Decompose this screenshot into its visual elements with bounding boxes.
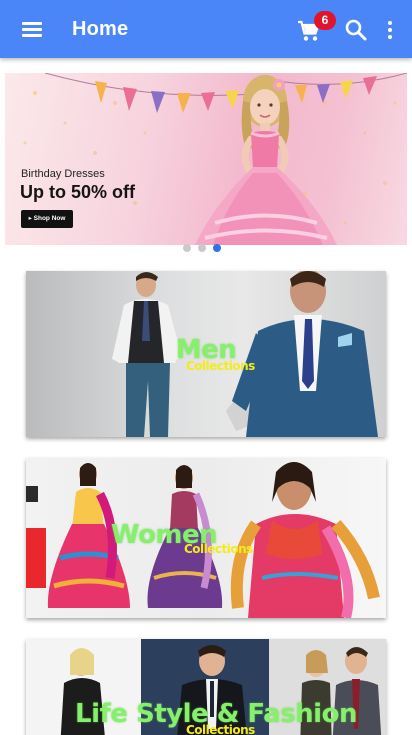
banner-subtitle: Birthday Dresses <box>21 168 105 180</box>
shop-now-label: Shop Now <box>33 215 66 222</box>
category-card-women[interactable]: Women Collections <box>26 458 386 618</box>
category-card-men[interactable]: Men Collections <box>26 271 386 437</box>
banner-headline: Up to 50% off <box>20 182 135 202</box>
slide-indicator-3[interactable] <box>213 244 221 252</box>
banner-slide[interactable]: Birthday Dresses Up to 50% off ▸ Shop No… <box>5 73 407 245</box>
cart-button[interactable]: 6 <box>293 11 336 46</box>
slide-indicator-2[interactable] <box>198 244 206 252</box>
slide-indicator-1[interactable] <box>183 244 191 252</box>
search-button[interactable] <box>343 17 369 43</box>
app-bar: Home 6 <box>0 0 412 58</box>
cart-count-badge: 6 <box>314 11 336 30</box>
slider-indicators <box>183 239 228 252</box>
chevron-right-icon: ▸ <box>28 215 32 222</box>
category-subtitle-men: Collections <box>186 359 255 373</box>
category-card-lifestyle[interactable]: Life Style & Fashion Collections <box>26 639 386 735</box>
girl-in-dress-image <box>195 75 337 245</box>
category-subtitle-women: Collections <box>184 542 253 556</box>
menu-icon[interactable] <box>14 17 50 43</box>
more-vert-icon[interactable] <box>380 17 400 43</box>
shop-now-button[interactable]: ▸ Shop Now <box>21 210 73 228</box>
search-icon <box>345 19 367 41</box>
category-subtitle-lifestyle: Collections <box>186 723 255 735</box>
page-title: Home <box>72 18 129 40</box>
